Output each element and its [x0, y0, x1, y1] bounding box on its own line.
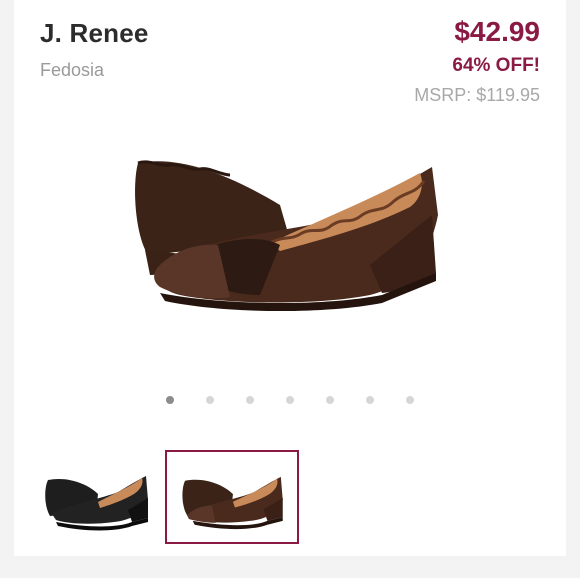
- left-edge: [0, 0, 14, 578]
- product-detail-view: J. Renee Fedosia $42.99 64% OFF! MSRP: $…: [0, 0, 580, 578]
- right-edge: [566, 0, 580, 578]
- carousel-dot-6[interactable]: [366, 396, 374, 404]
- product-model-name: Fedosia: [40, 60, 105, 80]
- carousel-dot-4[interactable]: [286, 396, 294, 404]
- carousel-dot-5[interactable]: [326, 396, 334, 404]
- brand-name[interactable]: J. Renee: [40, 18, 149, 49]
- brown-wedge-shoe-image: [135, 160, 438, 312]
- image-carousel-dots: [160, 393, 420, 407]
- carousel-dot-2[interactable]: [206, 396, 214, 404]
- carousel-dot-3[interactable]: [246, 396, 254, 404]
- black-shoe-image: [45, 476, 148, 531]
- black-shoe-thumbnail[interactable]: [28, 450, 162, 544]
- sale-price: $42.99: [454, 16, 540, 47]
- discount-badge: 64% OFF!: [452, 55, 540, 76]
- bottom-edge: [0, 556, 580, 578]
- carousel-dot-7[interactable]: [406, 396, 414, 404]
- brown-shoe-image: [182, 476, 283, 530]
- brown-shoe-thumbnail[interactable]: [165, 450, 299, 544]
- product-main-image[interactable]: [120, 145, 450, 330]
- msrp-price: MSRP: $119.95: [414, 85, 540, 105]
- carousel-dot-1[interactable]: [166, 396, 174, 404]
